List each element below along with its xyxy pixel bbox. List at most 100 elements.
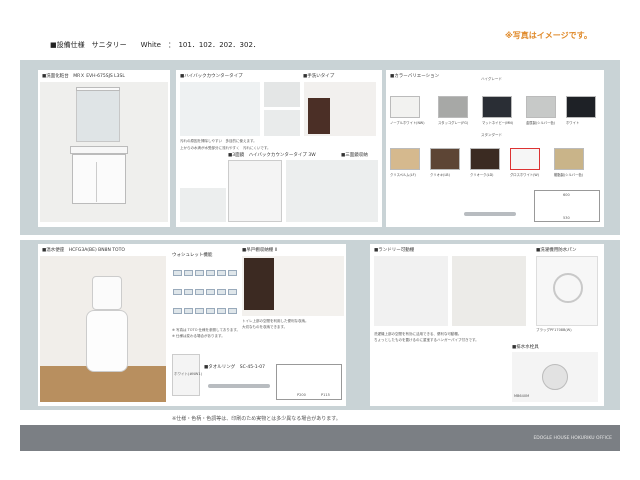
feature-icon (195, 270, 204, 276)
laundry-label: ■ランドリー可動棚 (374, 248, 415, 253)
feature-icon (173, 289, 182, 295)
color-swatch (482, 96, 512, 118)
footer-bar (20, 425, 620, 451)
color-swatch-label: マットネイビー(MN) (482, 121, 513, 125)
feature-icon (217, 308, 226, 314)
three-mirror-photo (228, 160, 282, 222)
laundry-panel: ■ランドリー可動棚 洗濯機上部の空間を有効に活用できる、便利な可動棚。 ちょっと… (370, 244, 604, 406)
drain-fitting (542, 364, 568, 390)
pan-model: ブラッグPF1708B(W) (536, 328, 572, 332)
towel-ring-photo (204, 374, 274, 398)
vanity-main-label: ■洗面化粧台 MRＸ EVH-675SJS L3SL (42, 74, 125, 79)
color-swatch-label: スタッコグレー(FG) (438, 121, 469, 125)
feature-icon (184, 308, 193, 314)
pan-photo (536, 256, 598, 326)
storage-label: ■三面鏡収納 (341, 153, 368, 158)
color-variation-panel: ■カラーバリエーション ハイグレード スタンダード ノーブルホワイト(NW) スタ… (386, 70, 604, 227)
color-swatch-label: 樹脂製(シルバー色) (554, 173, 583, 177)
counter-photo (180, 82, 260, 136)
disclaimer-note: ※仕様・色柄・色調等は、印刷のため実物とは多少異なる場合があります。 (172, 416, 341, 422)
faucet-photo (180, 188, 226, 222)
color-swatch-label: 金属製(シルバー色) (526, 121, 555, 125)
washlet-note-1: ※ 写真は TOTO 仕様を参照しております。 (172, 328, 240, 332)
counter-desc-2: 上からの水滴が水受部分に流れやすく 汚れにくいです。 (180, 146, 271, 150)
pan-label: ■洗濯機用防水パン (536, 248, 577, 253)
cabinet-door (244, 258, 274, 310)
feature-icon (228, 308, 237, 314)
laundry-desc-2: ちょっとしたものを置けるのに重宝するハンガーパイプ付きです。 (374, 338, 479, 342)
color-swatch (430, 148, 460, 170)
toilet-dim-2: P115 (321, 393, 330, 397)
color-swatch-label: ホワイト (566, 121, 580, 125)
laundry-shelf-photo-2 (452, 256, 526, 326)
mirror-light (76, 87, 120, 91)
color-swatch-label: グロスホワイト(W) (510, 173, 539, 177)
washlet-note-2: ※ 仕様は変わる場合があります。 (172, 334, 225, 338)
color-swatch (390, 148, 420, 170)
color-swatch-label: ノーブルホワイト(NW) (390, 121, 425, 125)
toilet-dim-1: P200 (297, 393, 306, 397)
sink-label: ■手洗いタイプ (303, 74, 335, 79)
feature-icon (184, 270, 193, 276)
feature-icon (173, 270, 182, 276)
color-swatch (554, 148, 584, 170)
feature-icon (206, 308, 215, 314)
paper-holder-label: ■タオルリング SC-45-1-07 (204, 365, 265, 370)
page-title: ■設備仕様 サニタリー White ： 101．102．202．302． (50, 41, 260, 49)
std-grade-label: スタンダード (481, 133, 502, 137)
counter-closeup-2 (264, 110, 300, 136)
counter-label: ■ハイバックカウンタータイプ (180, 74, 243, 79)
washlet-label: ウォシュレット機能 (172, 253, 213, 258)
towel-bar-diagram: 600 530 (534, 190, 600, 222)
laundry-desc: 洗濯機上部の空間を有効に活用できる、便利な可動棚。 (374, 332, 462, 336)
feature-icon (228, 289, 237, 295)
color-swatch-label: クリオーク(LD) (470, 173, 494, 177)
feature-icon (206, 270, 215, 276)
toilet-bowl (86, 310, 128, 372)
towel-ring-bar (208, 384, 270, 388)
counter-type-panel: ■ハイバックカウンタータイプ ■手洗いタイプ 汚れの原因を掃除しやすい 多目的に… (176, 70, 382, 227)
feature-icon (195, 289, 204, 295)
feature-icon (217, 289, 226, 295)
vanity-counter (70, 146, 128, 154)
sink-photo (304, 82, 376, 136)
color-title: ■カラーバリエーション (390, 74, 440, 79)
upper-cabinet-label: ■吊戸棚収納棚 II (242, 248, 278, 253)
toilet-panel: ■温水便座 HCFG3A(BE) BN8N TOTO ウォシュレット機能 ※ 写… (38, 244, 346, 406)
upper-cabinet-desc: トイレ上部の空間を利用した便利な収納。 (242, 319, 309, 323)
feature-icon (228, 270, 237, 276)
laundry-shelf-photo (374, 256, 448, 326)
color-swatch-label: クリオキ(LB) (430, 173, 450, 177)
color-swatch-label: クリスペルム(LF) (390, 173, 416, 177)
color-swatch (566, 96, 596, 118)
dim-1: 600 (563, 193, 570, 197)
towel-bar (464, 212, 516, 216)
photo-note: ※写真はイメージです。 (505, 31, 592, 40)
remote-note: ホワイト(#NW1) (174, 372, 202, 376)
sink-cabinet (308, 98, 330, 134)
vanity-photo-panel: ■洗面化粧台 MRＸ EVH-675SJS L3SL (38, 70, 170, 227)
high-grade-label: ハイグレード (481, 77, 502, 81)
toilet-tank (92, 276, 122, 310)
vanity-drawer-line (96, 162, 97, 202)
dim-2: 530 (563, 216, 570, 220)
mirror (76, 90, 120, 142)
toilet-main-label: ■温水便座 HCFG3A(BE) BN8N TOTO (42, 248, 125, 253)
upper-cabinet-photo (242, 256, 344, 316)
color-swatch (390, 96, 420, 118)
upper-cabinet-desc-2: 大切なものを収納できます。 (242, 325, 288, 329)
color-swatch (438, 96, 468, 118)
towel-ring-diagram: P200 P115 (276, 364, 342, 400)
mirror-storage-photo (286, 160, 378, 222)
color-swatch (526, 96, 556, 118)
mirror-label: ■3面鏡 ハイバックカウンタータイプ 3W (228, 153, 316, 158)
pan-drain (553, 273, 583, 303)
footer-company: EDOGLE HOUSE HOKURIKU OFFICE (533, 436, 612, 441)
towel-bar-photo (460, 202, 520, 224)
counter-desc: 汚れの原因を掃除しやすい 多目的に使えます。 (180, 139, 257, 143)
color-swatch (470, 148, 500, 170)
washlet-feature-grid (172, 262, 238, 319)
vanity-cabinet (72, 154, 126, 204)
feature-icon (173, 308, 182, 314)
feature-icon (184, 289, 193, 295)
